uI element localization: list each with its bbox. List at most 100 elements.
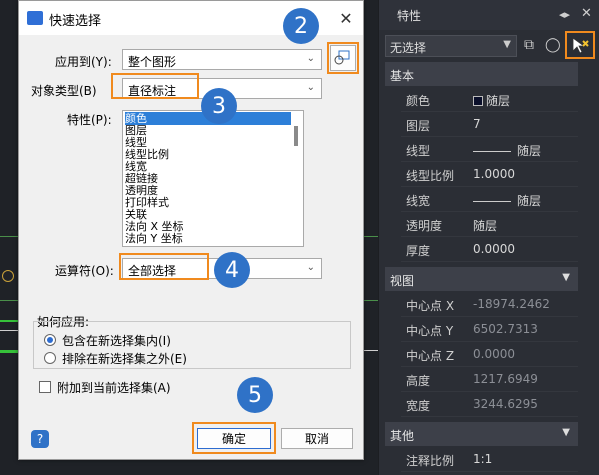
prop-value-text: 随层 bbox=[517, 194, 542, 208]
prop-key: 线型 bbox=[406, 144, 431, 158]
prop-key: 中心点 Z bbox=[406, 349, 455, 363]
chevron-down-icon: ⌄ bbox=[306, 53, 315, 64]
chevron-down-icon: ⌄ bbox=[306, 262, 315, 273]
highlight-box bbox=[111, 73, 199, 99]
prop-key: 注释比例 bbox=[406, 454, 455, 468]
include-radio[interactable] bbox=[44, 334, 56, 346]
prop-value: 随层 bbox=[473, 142, 541, 159]
exclude-option-label[interactable]: 排除在新选择集之外(E) bbox=[62, 350, 187, 367]
prop-row-color[interactable]: 颜色 随层 bbox=[401, 87, 578, 112]
dialog-title: 快速选择 bbox=[49, 14, 102, 29]
app-icon bbox=[27, 11, 43, 25]
step-badge-4: 4 bbox=[214, 252, 250, 288]
section-basic[interactable]: 基本 bbox=[385, 62, 578, 86]
prop-row-width[interactable]: 宽度 3244.6295 bbox=[401, 392, 578, 417]
selection-select[interactable]: 无选择 ▼ bbox=[385, 35, 517, 57]
cancel-button[interactable]: 取消 bbox=[281, 428, 353, 449]
prop-key: 线型比例 bbox=[406, 169, 455, 183]
prop-key: 宽度 bbox=[406, 399, 431, 413]
highlight-box bbox=[192, 422, 276, 454]
prop-row-annotation-scale[interactable]: 注释比例 1:1 bbox=[401, 447, 578, 472]
chevron-down-icon: ⌄ bbox=[306, 82, 315, 93]
prop-key: 透明度 bbox=[406, 219, 443, 233]
close-icon[interactable]: ✕ bbox=[581, 6, 592, 21]
prop-row-thickness[interactable]: 厚度 0.0000 bbox=[401, 237, 578, 262]
prop-value: 3244.6295 bbox=[473, 397, 538, 411]
prop-row-linetype-scale[interactable]: 线型比例 1.0000 bbox=[401, 162, 578, 187]
apply-to-select[interactable]: 整个图形 ⌄ bbox=[122, 49, 322, 70]
prop-value: 随层 bbox=[473, 192, 541, 209]
line-sample bbox=[473, 201, 511, 202]
drawing-line bbox=[364, 350, 378, 351]
prop-value: 随层 bbox=[473, 219, 498, 233]
chevron-down-icon: ▼ bbox=[562, 427, 570, 438]
append-checkbox[interactable] bbox=[39, 381, 51, 393]
apply-to-label: 应用到(Y): bbox=[55, 55, 112, 69]
prop-value: 6502.7313 bbox=[473, 322, 538, 336]
operator-label: 运算符(O): bbox=[55, 264, 114, 278]
drawing-line bbox=[364, 300, 378, 301]
section-label: 视图 bbox=[390, 274, 415, 288]
help-icon[interactable]: ? bbox=[31, 430, 49, 448]
section-label: 基本 bbox=[390, 69, 415, 83]
panel-title: 特性 bbox=[397, 9, 422, 23]
section-view[interactable]: 视图 ▼ bbox=[385, 267, 578, 291]
prop-value: 7 bbox=[473, 117, 481, 131]
prop-row-center-y[interactable]: 中心点 Y 6502.7313 bbox=[401, 317, 578, 342]
drawing-line bbox=[0, 330, 18, 331]
prop-key: 颜色 bbox=[406, 94, 431, 108]
highlight-box bbox=[119, 253, 209, 280]
prop-row-transparency[interactable]: 透明度 随层 bbox=[401, 212, 578, 237]
line-sample bbox=[473, 151, 511, 152]
highlight-box bbox=[327, 42, 359, 74]
prop-key: 图层 bbox=[406, 119, 431, 133]
drawing-line bbox=[0, 236, 18, 237]
prop-value: -18974.2462 bbox=[473, 297, 550, 311]
prop-row-lineweight[interactable]: 线宽 随层 bbox=[401, 187, 578, 212]
prop-row-layer[interactable]: 图层 7 bbox=[401, 112, 578, 137]
object-type-label: 对象类型(B) bbox=[31, 84, 97, 98]
pin-icon[interactable]: ◂▸ bbox=[559, 8, 570, 21]
chevron-down-icon: ▼ bbox=[562, 272, 570, 283]
exclude-radio[interactable] bbox=[44, 352, 56, 364]
prop-value: 0.0000 bbox=[473, 242, 515, 256]
prop-key: 中心点 Y bbox=[406, 324, 454, 338]
prop-key: 线宽 bbox=[406, 194, 431, 208]
quick-select-dialog: 快速选择 ✕ 应用到(Y): 整个图形 ⌄ 对象类型(B) 直径标注 ⌄ 特性(… bbox=[18, 0, 364, 460]
drawing-line bbox=[364, 236, 378, 237]
prop-row-height[interactable]: 高度 1217.6949 bbox=[401, 367, 578, 392]
section-other[interactable]: 其他 ▼ bbox=[385, 422, 578, 446]
properties-label: 特性(P): bbox=[67, 113, 112, 127]
toggle-pickadd-icon[interactable]: ⧉ bbox=[524, 37, 534, 53]
properties-panel: 特性 ◂▸ ✕ 无选择 ▼ ⧉ ◯ 基本 颜色 随层 图层 7 线型 随层 线型… bbox=[378, 0, 599, 475]
include-option-label[interactable]: 包含在新选择集内(I) bbox=[62, 332, 171, 349]
prop-row-linetype[interactable]: 线型 随层 bbox=[401, 137, 578, 162]
close-button[interactable]: ✕ bbox=[334, 6, 358, 30]
panel-header[interactable]: 特性 ◂▸ ✕ bbox=[379, 0, 599, 30]
drawing-line bbox=[0, 320, 18, 322]
prop-key: 厚度 bbox=[406, 244, 431, 258]
section-label: 其他 bbox=[390, 429, 415, 443]
highlight-box bbox=[565, 31, 595, 59]
append-label[interactable]: 附加到当前选择集(A) bbox=[57, 379, 171, 396]
list-item[interactable]: 法向 Y 坐标 bbox=[125, 232, 183, 245]
list-scrollbar[interactable] bbox=[292, 112, 302, 245]
prop-value: 0.0000 bbox=[473, 347, 515, 361]
properties-list[interactable]: 颜色 图层 线型 线型比例 线宽 超链接 透明度 打印样式 关联 法向 X 坐标… bbox=[122, 110, 304, 247]
prop-value: 1:1 bbox=[473, 452, 493, 466]
step-badge-3: 3 bbox=[201, 88, 237, 124]
apply-to-value: 整个图形 bbox=[128, 55, 177, 69]
prop-value-text: 随层 bbox=[517, 144, 542, 158]
prop-row-center-x[interactable]: 中心点 X -18974.2462 bbox=[401, 292, 578, 317]
prop-row-center-z[interactable]: 中心点 Z 0.0000 bbox=[401, 342, 578, 367]
step-badge-2: 2 bbox=[283, 8, 319, 44]
prop-value: 1.0000 bbox=[473, 167, 515, 181]
select-objects-icon[interactable]: ◯ bbox=[545, 37, 561, 53]
drawing-line bbox=[0, 300, 18, 301]
prop-key: 中心点 X bbox=[406, 299, 455, 313]
prop-value-text: 随层 bbox=[486, 94, 511, 108]
drawing-line bbox=[0, 350, 18, 353]
scroll-thumb[interactable] bbox=[294, 126, 298, 146]
drawing-circle bbox=[2, 270, 14, 282]
apply-options-group: 包含在新选择集内(I) 排除在新选择集之外(E) bbox=[33, 321, 351, 369]
